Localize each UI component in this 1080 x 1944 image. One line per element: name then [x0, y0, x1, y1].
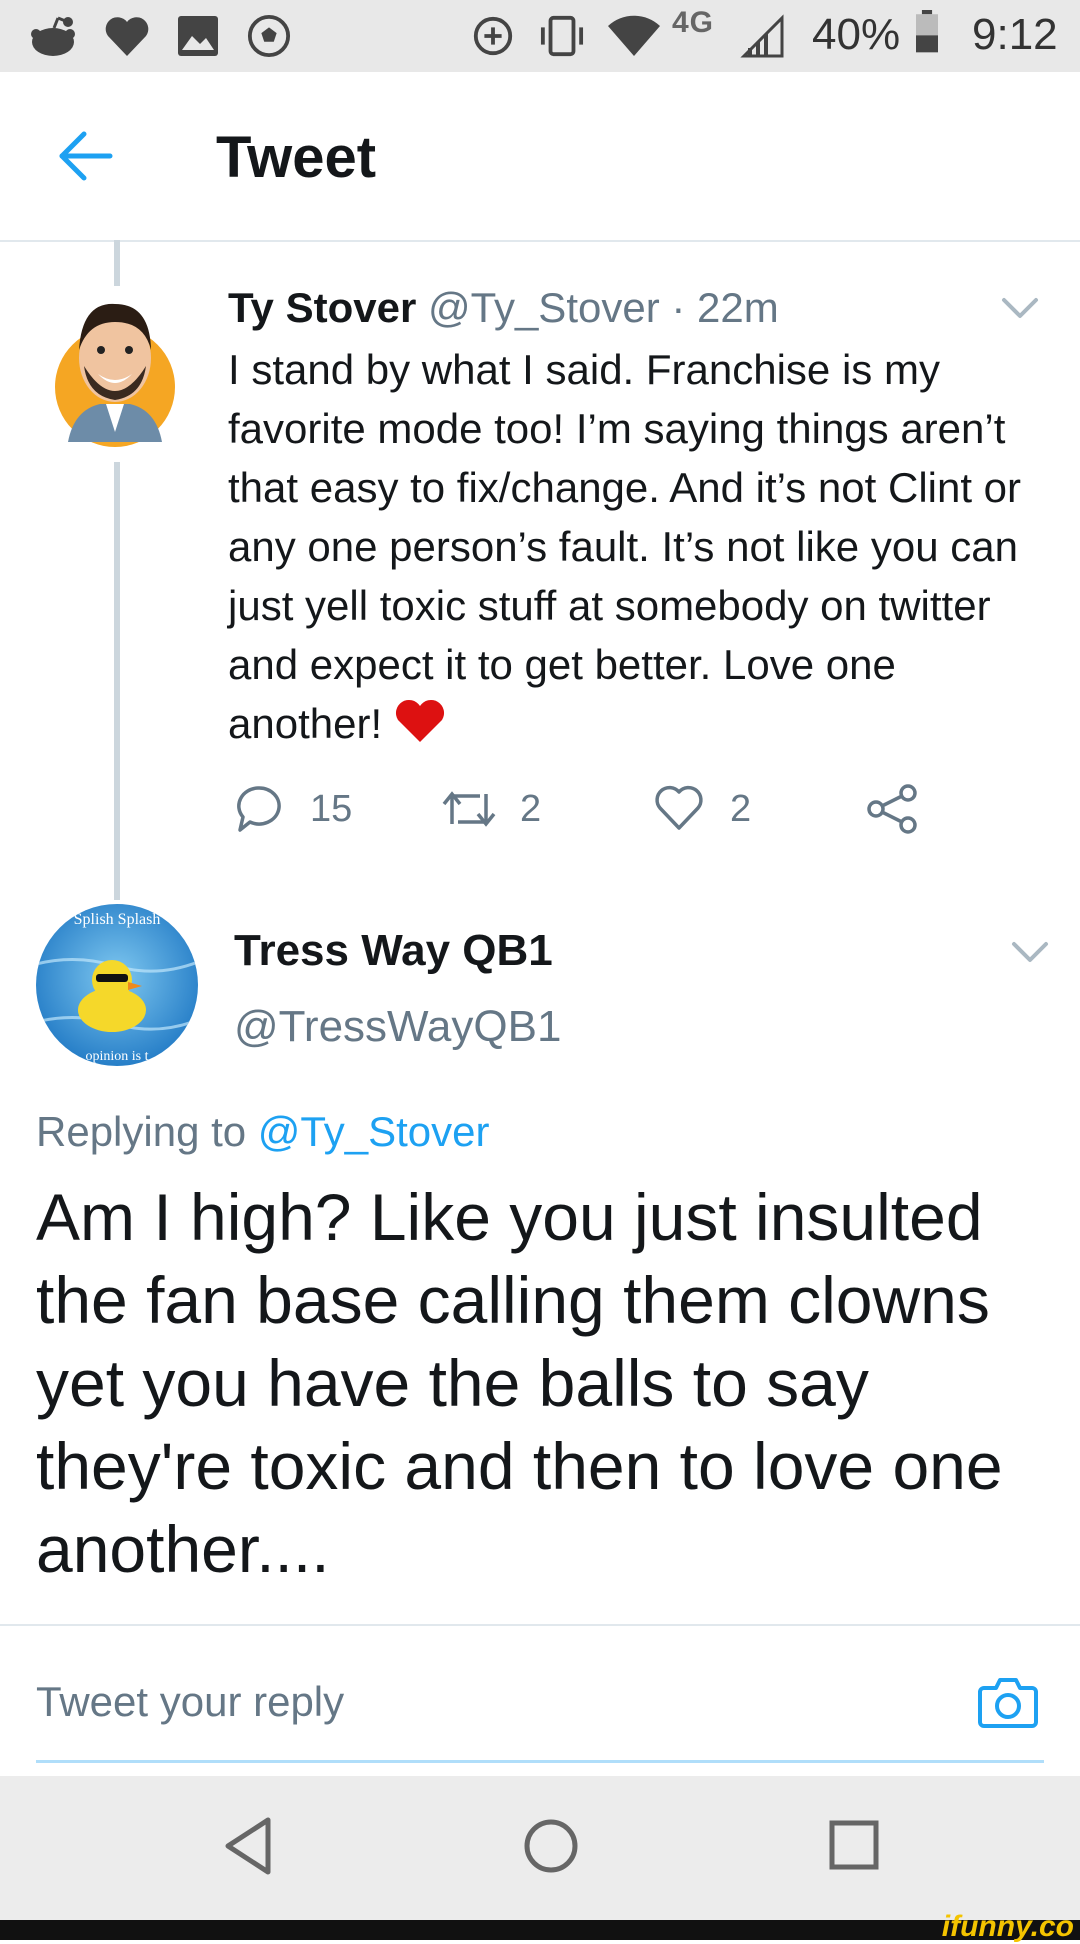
- share-icon: [867, 784, 917, 834]
- avatar-caption-bottom: opinion is t: [85, 1049, 148, 1064]
- retweet-icon: [442, 791, 496, 827]
- data-saver-icon: [473, 16, 513, 56]
- like-action[interactable]: 2: [654, 784, 764, 834]
- retweet-action[interactable]: 2: [440, 784, 550, 834]
- reply-input[interactable]: Tweet your reply: [36, 1678, 344, 1726]
- page-title: Tweet: [216, 125, 377, 190]
- reply-icon: [237, 786, 281, 832]
- soccer-ball-icon: [247, 14, 291, 58]
- thread-line-top: [114, 240, 120, 286]
- image-icon: [178, 16, 218, 56]
- reply-action[interactable]: 15: [234, 784, 364, 834]
- avatar[interactable]: [54, 292, 176, 448]
- watermark-strip: ifunny.co: [0, 1910, 1080, 1943]
- network-type: 4G: [672, 6, 715, 39]
- tweet-body: I stand by what I said. Franchise is my …: [228, 346, 1022, 747]
- avatar-caption-top: Splish Splash: [74, 911, 161, 928]
- battery-percent: 40%: [812, 10, 901, 59]
- wifi-icon: [608, 15, 660, 56]
- status-bar: 4G 40% 9:12: [0, 0, 1080, 72]
- reply-bar: Tweet your reply: [0, 1624, 1080, 1778]
- clock: 9:12: [972, 10, 1058, 59]
- tweet-header: Ty Stover @Ty_Stover · 22m: [228, 284, 779, 332]
- author-handle[interactable]: @TressWayQB1: [234, 1002, 561, 1052]
- system-nav-bar: [0, 1776, 1080, 1920]
- home-circle-icon[interactable]: [522, 1816, 580, 1876]
- chevron-down-icon[interactable]: [1000, 296, 1040, 322]
- heart-icon: [105, 17, 149, 56]
- replying-to: Replying to @Ty_Stover: [36, 1108, 490, 1156]
- red-heart-emoji-icon: [395, 699, 444, 742]
- tweet-text: I stand by what I said. Franchise is my …: [228, 340, 1048, 753]
- vibrate-icon: [540, 15, 584, 57]
- watermark: ifunny.co: [941, 1910, 1074, 1943]
- chevron-down-icon[interactable]: [1010, 940, 1050, 966]
- author-name[interactable]: Ty Stover: [228, 284, 416, 331]
- tweet-time: 22m: [697, 284, 779, 331]
- signal-icon: [740, 14, 784, 58]
- arrow-left-icon[interactable]: [56, 128, 116, 184]
- header: Tweet: [0, 72, 1080, 242]
- reply-input-underline: [36, 1760, 1044, 1763]
- camera-icon[interactable]: [978, 1674, 1038, 1730]
- share-action[interactable]: [866, 784, 920, 834]
- reddit-icon: [31, 16, 75, 56]
- retweet-count: 2: [520, 788, 542, 830]
- battery-icon: [916, 10, 938, 53]
- tweet-text: Am I high? Like you just insulted the fa…: [36, 1180, 1003, 1586]
- like-count: 2: [730, 788, 752, 830]
- back-triangle-icon[interactable]: [222, 1816, 274, 1876]
- like-heart-icon: [655, 785, 703, 830]
- author-handle[interactable]: @Ty_Stover: [428, 284, 660, 331]
- thread-line-bottom: [114, 462, 120, 900]
- reply-count: 15: [310, 788, 353, 830]
- author-name[interactable]: Tress Way QB1: [234, 926, 553, 976]
- separator: ·: [671, 284, 686, 331]
- replying-prefix: Replying to: [36, 1108, 247, 1155]
- recents-square-icon[interactable]: [828, 1816, 880, 1876]
- avatar[interactable]: Splish Splash opinion is t: [36, 904, 198, 1066]
- replying-to-link[interactable]: @Ty_Stover: [258, 1108, 490, 1155]
